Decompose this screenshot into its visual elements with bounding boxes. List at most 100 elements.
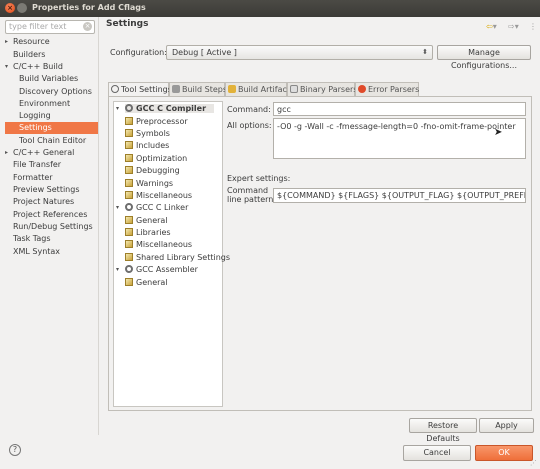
tree-node-gcc-c-compiler[interactable]: ▾ GCC C Compiler xyxy=(116,103,215,115)
tool-tree: ▾ GCC C Compiler Preprocessor Symbols Inc… xyxy=(113,101,230,407)
tree-node-debugging[interactable]: Debugging xyxy=(125,165,180,177)
nav-item-cpp-build[interactable]: ▾ C/C++ Build xyxy=(5,61,98,73)
nav-item-run-debug-settings[interactable]: Run/Debug Settings xyxy=(5,221,98,233)
tree-node-compiler-miscellaneous[interactable]: Miscellaneous xyxy=(125,190,192,202)
expand-arrow-icon[interactable]: ▸ xyxy=(5,147,13,159)
nav-item-cpp-general[interactable]: ▸ C/C++ General xyxy=(5,147,98,159)
nav-item-preview-settings[interactable]: Preview Settings xyxy=(5,184,98,196)
mouse-cursor-icon: ➤ xyxy=(494,127,503,138)
updown-arrow-icon: ⬍ xyxy=(422,48,428,56)
nav-item-builders[interactable]: Builders xyxy=(5,49,98,61)
error-icon xyxy=(358,85,366,93)
expand-arrow-icon[interactable]: ▸ xyxy=(5,36,13,48)
tab-error-parsers[interactable]: Error Parsers xyxy=(355,82,419,96)
filter-input[interactable]: type filter text × xyxy=(5,20,95,34)
nav-item-xml-syntax[interactable]: XML Syntax xyxy=(5,246,98,258)
properties-dialog: × Properties for Add Cflags type filter … xyxy=(0,0,540,469)
back-arrow-icon[interactable]: ⇦▾ xyxy=(486,22,497,31)
configuration-value: Debug [ Active ] xyxy=(172,48,237,57)
nav-item-formatter[interactable]: Formatter xyxy=(5,172,98,184)
manage-configurations-button[interactable]: Manage Configurations... xyxy=(437,45,531,70)
tree-node-includes[interactable]: Includes xyxy=(125,140,169,152)
nav-item-label: Discovery Options xyxy=(19,87,92,96)
wrench-icon xyxy=(172,85,180,93)
nav-item-label: Preview Settings xyxy=(13,185,80,194)
tree-node-gcc-assembler[interactable]: ▾ GCC Assembler xyxy=(116,264,198,276)
tree-node-preprocessor[interactable]: Preprocessor xyxy=(125,116,188,128)
tree-node-label: Debugging xyxy=(136,166,180,175)
configuration-select[interactable]: Debug [ Active ] ⬍ xyxy=(166,45,433,60)
tree-node-shared-library-settings[interactable]: Shared Library Settings xyxy=(125,252,230,264)
tree-node-linker-miscellaneous[interactable]: Miscellaneous xyxy=(125,239,192,251)
nav-item-project-natures[interactable]: Project Natures xyxy=(5,196,98,208)
nav-item-build-variables[interactable]: Build Variables xyxy=(5,73,98,85)
apply-button[interactable]: Apply xyxy=(479,418,534,433)
nav-item-tool-chain-editor[interactable]: Tool Chain Editor xyxy=(5,135,98,147)
nav-item-environment[interactable]: Environment xyxy=(5,98,98,110)
clear-filter-icon[interactable]: × xyxy=(83,22,92,31)
command-line-pattern-label-line1: Command xyxy=(227,186,269,195)
forward-arrow-icon[interactable]: ⇨▾ xyxy=(508,22,519,31)
command-line-pattern-input[interactable]: ${COMMAND} ${FLAGS} ${OUTPUT_FLAG} ${OUT… xyxy=(273,188,526,203)
collapse-arrow-icon[interactable]: ▾ xyxy=(116,103,119,115)
nav-item-resource[interactable]: ▸ Resource xyxy=(5,36,98,48)
nav-item-label: Tool Chain Editor xyxy=(19,136,87,145)
tree-node-label: Includes xyxy=(136,141,170,150)
tree-node-label: General xyxy=(136,216,168,225)
tab-label: Binary Parsers xyxy=(300,85,358,94)
collapse-arrow-icon[interactable]: ▾ xyxy=(116,202,119,214)
tab-label: Build Steps xyxy=(182,85,228,94)
view-menu-icon[interactable]: ⋮ xyxy=(529,22,537,31)
splitter[interactable] xyxy=(98,17,99,435)
nav-item-label: File Transfer xyxy=(13,160,62,169)
nav-item-settings[interactable]: Settings xyxy=(5,122,98,134)
nav-item-label: Task Tags xyxy=(13,234,51,243)
tab-build-artifact[interactable]: Build Artifact xyxy=(225,82,290,96)
tree-node-label: General xyxy=(136,278,168,287)
nav-item-file-transfer[interactable]: File Transfer xyxy=(5,159,98,171)
window-title: Properties for Add Cflags xyxy=(32,3,146,12)
command-line-pattern-label-line2: line pattern: xyxy=(227,195,277,204)
restore-defaults-button[interactable]: Restore Defaults xyxy=(409,418,477,443)
tab-build-steps[interactable]: Build Steps xyxy=(169,82,228,96)
filter-placeholder: type filter text xyxy=(9,22,67,31)
tree-node-optimization[interactable]: Optimization xyxy=(125,153,187,165)
tab-binary-parsers[interactable]: Binary Parsers xyxy=(287,82,358,96)
collapse-arrow-icon[interactable]: ▾ xyxy=(116,264,119,276)
tab-label: Tool Settings xyxy=(121,85,172,94)
close-window-button[interactable]: × xyxy=(5,3,15,13)
tree-node-gcc-c-linker[interactable]: ▾ GCC C Linker xyxy=(116,202,189,214)
nav-item-logging[interactable]: Logging xyxy=(5,110,98,122)
gear-icon xyxy=(111,85,119,93)
cancel-button[interactable]: Cancel xyxy=(403,445,471,461)
nav-item-label: XML Syntax xyxy=(13,247,61,256)
tree-node-label: GCC C Linker xyxy=(136,203,189,212)
resize-grip-icon[interactable]: ⋰ xyxy=(530,459,538,467)
all-options-textarea[interactable]: -O0 -g -Wall -c -fmessage-length=0 -fno-… xyxy=(273,118,526,159)
option-category-icon xyxy=(125,253,133,261)
help-icon[interactable]: ? xyxy=(9,444,21,456)
tree-node-label: Optimization xyxy=(136,154,188,163)
command-input[interactable]: gcc xyxy=(273,102,526,116)
collapse-arrow-icon[interactable]: ▾ xyxy=(5,61,13,73)
tree-node-assembler-general[interactable]: General xyxy=(125,277,168,289)
minimize-window-button[interactable] xyxy=(17,3,27,13)
nav-item-label: Project References xyxy=(13,210,88,219)
nav-item-task-tags[interactable]: Task Tags xyxy=(5,233,98,245)
tree-node-symbols[interactable]: Symbols xyxy=(125,128,170,140)
tree-node-label: Libraries xyxy=(136,228,171,237)
ok-button[interactable]: OK xyxy=(475,445,533,461)
all-options-label: All options: xyxy=(227,121,272,130)
nav-item-label: Logging xyxy=(19,111,51,120)
tree-node-warnings[interactable]: Warnings xyxy=(125,178,173,190)
tab-tool-settings[interactable]: Tool Settings xyxy=(108,82,172,97)
nav-item-label: Formatter xyxy=(13,173,53,182)
nav-item-label: C/C++ Build xyxy=(13,62,63,71)
nav-item-project-references[interactable]: Project References xyxy=(5,209,98,221)
gear-icon xyxy=(125,104,133,112)
nav-item-label: Resource xyxy=(13,37,50,46)
nav-item-discovery-options[interactable]: Discovery Options xyxy=(5,86,98,98)
tree-node-libraries[interactable]: Libraries xyxy=(125,227,171,239)
tree-node-linker-general[interactable]: General xyxy=(125,215,168,227)
nav-item-label: Builders xyxy=(13,50,46,59)
